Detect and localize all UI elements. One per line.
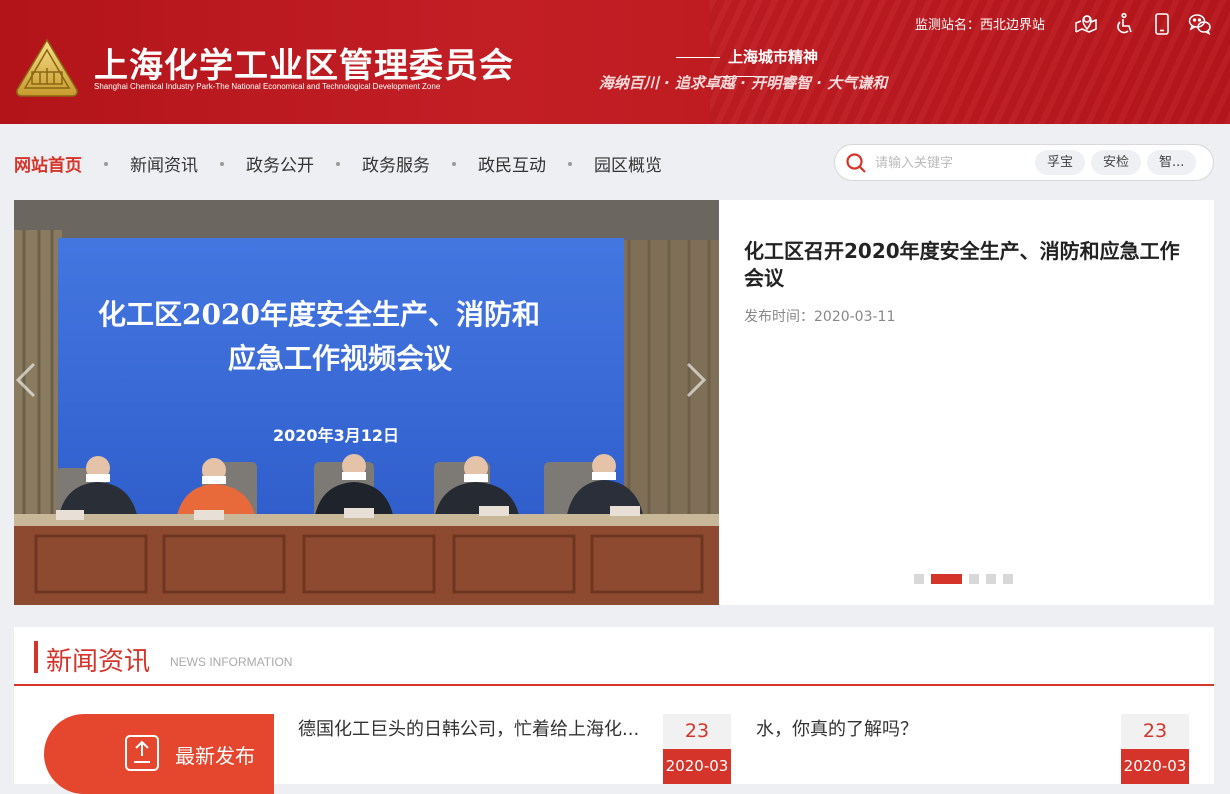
- news-section-header: 新闻资讯 NEWS INFORMATION: [14, 627, 1214, 686]
- monitor-station-link[interactable]: 监测站名：西北边界站: [915, 14, 1045, 33]
- slider-dot-active[interactable]: [931, 574, 962, 584]
- search-input[interactable]: [873, 153, 1023, 173]
- slide-publish-date: 发布时间：2020-03-11: [744, 309, 896, 325]
- screen-text-date: 2020年3月12日: [273, 426, 399, 445]
- wheelchair-icon[interactable]: [1112, 12, 1136, 36]
- screen-text-line2: 应急工作视频会议: [228, 342, 453, 375]
- city-spirit-motto: 海纳百川 · 追求卓越 · 开明睿智 · 大气谦和: [598, 74, 888, 92]
- latest-release-label: 最新发布: [175, 744, 255, 768]
- chevron-left-icon: [15, 362, 36, 398]
- news-section-title-en: NEWS INFORMATION: [170, 655, 293, 669]
- hot-keywords: 孚宝 安检 智...: [1035, 150, 1197, 175]
- search-box: 孚宝 安检 智...: [834, 144, 1214, 181]
- main-nav: 网站首页 新闻资讯 政务公开 政务服务 政民互动 园区概览: [14, 151, 662, 176]
- news-list-item[interactable]: 德国化工巨头的日韩公司，忙着给上海化...: [298, 715, 643, 741]
- city-spirit-text: 上海城市精神: [727, 48, 818, 66]
- news-slider: 化工区2020年度安全生产、消防和 应急工作视频会议 2020年3月12日 化工…: [14, 200, 1214, 605]
- nav-item-news[interactable]: 新闻资讯: [130, 151, 198, 176]
- logo[interactable]: [14, 38, 80, 98]
- nav-separator: [336, 161, 340, 166]
- slider-next-button[interactable]: [684, 360, 719, 420]
- map-pin-icon[interactable]: [1074, 12, 1098, 36]
- news-list-item[interactable]: 水，你真的了解吗？: [756, 715, 1096, 741]
- news-date-day: 23: [1121, 714, 1189, 749]
- latest-release-button[interactable]: 最新发布: [44, 714, 274, 794]
- keyword-chip[interactable]: 孚宝: [1035, 150, 1086, 175]
- site-subtitle: Shanghai Chemical Industry Park-The Nati…: [94, 82, 441, 91]
- slider-dot[interactable]: [1003, 574, 1013, 584]
- search-icon[interactable]: [845, 152, 867, 174]
- news-date-day: 23: [663, 714, 731, 749]
- mobile-phone-icon[interactable]: [1150, 12, 1174, 36]
- slide-photo[interactable]: 化工区2020年度安全生产、消防和 应急工作视频会议 2020年3月12日: [14, 200, 719, 605]
- keyword-chip[interactable]: 智...: [1147, 150, 1197, 175]
- site-header: 上海化学工业区管理委员会 Shanghai Chemical Industry …: [0, 0, 1230, 124]
- slider-dot[interactable]: [986, 574, 996, 584]
- section-accent-bar: [34, 641, 38, 673]
- screen-text-line1: 化工区2020年度安全生产、消防和: [98, 298, 540, 331]
- site-title: 上海化学工业区管理委员会: [94, 46, 514, 86]
- slider-dot[interactable]: [914, 574, 924, 584]
- slider-dot[interactable]: [969, 574, 979, 584]
- news-section: 新闻资讯 NEWS INFORMATION 最新发布 德国化工巨头的日韩公司，忙…: [14, 627, 1214, 794]
- header-tools: [1074, 12, 1212, 38]
- keyword-chip[interactable]: 安检: [1091, 150, 1142, 175]
- slider-pagination: [914, 574, 1013, 584]
- upload-document-icon: [124, 734, 160, 772]
- slider-prev-button[interactable]: [14, 360, 50, 420]
- news-date-badge: 23 2020-03: [663, 714, 731, 784]
- nav-item-park-overview[interactable]: 园区概览: [594, 151, 662, 176]
- news-date-month: 2020-03: [1121, 749, 1189, 784]
- nav-item-interaction[interactable]: 政民互动: [478, 151, 546, 176]
- nav-separator: [220, 161, 224, 166]
- news-date-badge: 23 2020-03: [1121, 714, 1189, 784]
- nav-separator: [104, 161, 108, 166]
- nav-item-gov-open[interactable]: 政务公开: [246, 151, 314, 176]
- nav-separator: [452, 161, 456, 166]
- wechat-icon[interactable]: [1188, 12, 1212, 36]
- chevron-right-icon: [686, 362, 707, 398]
- news-section-title[interactable]: 新闻资讯: [46, 641, 150, 678]
- news-date-month: 2020-03: [663, 749, 731, 784]
- slide-headline[interactable]: 化工区召开2020年度安全生产、消防和应急工作会议: [744, 238, 1194, 292]
- nav-separator: [568, 161, 572, 166]
- nav-item-gov-service[interactable]: 政务服务: [362, 151, 430, 176]
- nav-item-home[interactable]: 网站首页: [14, 151, 82, 176]
